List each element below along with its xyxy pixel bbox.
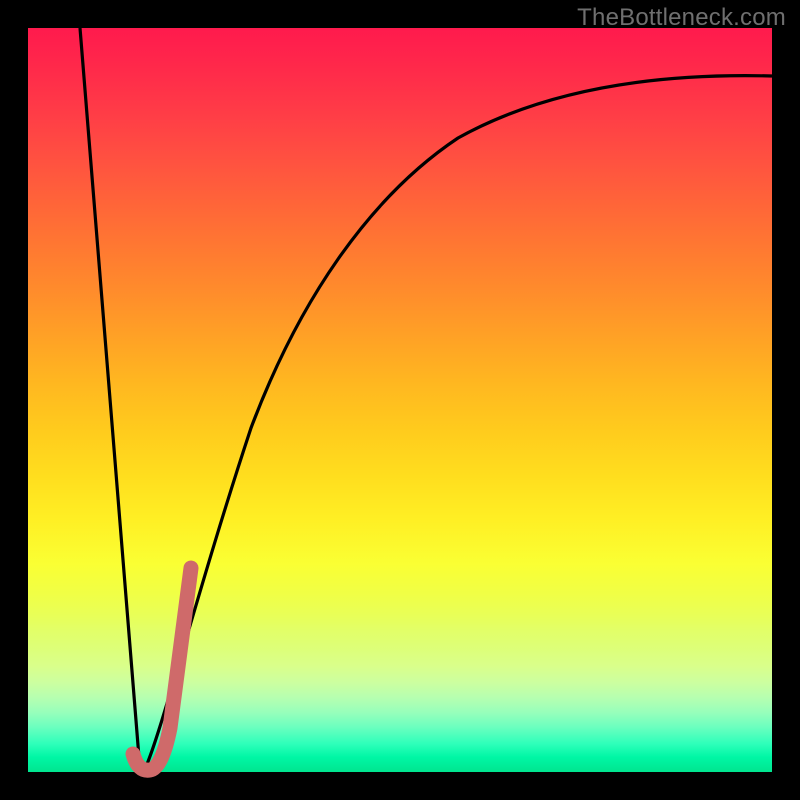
plot-area — [28, 28, 772, 772]
optimal-range-marker — [133, 568, 191, 770]
chart-svg — [28, 28, 772, 772]
chart-frame: TheBottleneck.com — [0, 0, 800, 800]
watermark-text: TheBottleneck.com — [577, 4, 786, 32]
